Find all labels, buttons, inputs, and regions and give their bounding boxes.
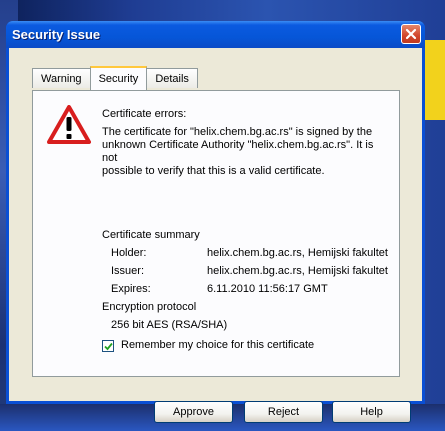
holder-value: helix.chem.bg.ac.rs, Hemijski fakultet: [207, 247, 388, 259]
close-button[interactable]: [401, 24, 421, 44]
errors-heading: Certificate errors:: [102, 108, 187, 120]
remember-checkbox[interactable]: [102, 340, 114, 352]
expires-value: 6.11.2010 11:56:17 GMT: [207, 283, 328, 295]
title-bar[interactable]: Security Issue: [6, 21, 425, 48]
tab-details[interactable]: Details: [146, 68, 198, 88]
summary-heading: Certificate summary: [102, 229, 200, 241]
expires-label: Expires:: [111, 283, 151, 295]
tab-warning[interactable]: Warning: [32, 68, 91, 88]
error-line: unknown Certificate Authority "helix.che…: [102, 139, 374, 164]
issuer-label: Issuer:: [111, 265, 145, 277]
security-issue-dialog: Security Issue Warning Security Details …: [6, 21, 425, 423]
dialog-title: Security Issue: [12, 27, 101, 42]
tab-security[interactable]: Security: [89, 66, 148, 90]
help-button[interactable]: Help: [332, 401, 411, 423]
encryption-value: 256 bit AES (RSA/SHA): [111, 319, 228, 331]
remember-label[interactable]: Remember my choice for this certificate: [121, 339, 314, 351]
error-line: The certificate for "helix.chem.bg.ac.rs…: [102, 126, 373, 138]
dialog-body: Warning Security Details Certificate err…: [9, 48, 422, 423]
holder-label: Holder:: [111, 247, 147, 259]
background-banner: [425, 40, 445, 120]
error-line: possible to verify that this is a valid …: [102, 165, 325, 177]
close-icon: [405, 28, 417, 40]
encryption-heading: Encryption protocol: [102, 301, 197, 313]
reject-button[interactable]: Reject: [244, 401, 323, 423]
issuer-value: helix.chem.bg.ac.rs, Hemijski fakultet: [207, 265, 388, 277]
security-tab-panel: Certificate errors: The certificate for …: [32, 90, 400, 377]
error-message: The certificate for "helix.chem.bg.ac.rs…: [102, 126, 387, 178]
tab-strip: Warning Security Details: [32, 66, 198, 90]
approve-button[interactable]: Approve: [154, 401, 233, 423]
warning-triangle-icon: [47, 105, 91, 144]
checkmark-icon: [103, 342, 113, 350]
